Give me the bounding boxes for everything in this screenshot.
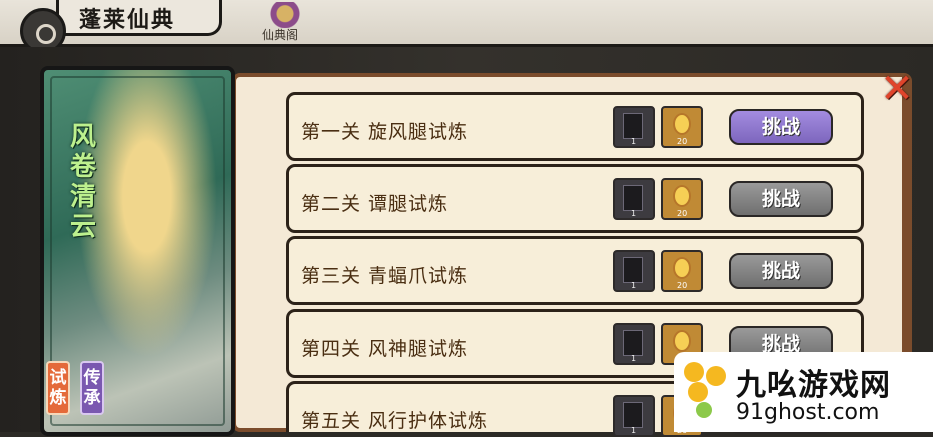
tab-trial[interactable]: 试炼 — [46, 361, 70, 415]
stage-row: 第二关 谭腿试炼 1 20 挑战 — [286, 164, 864, 233]
gold-token-icon[interactable]: 20 — [661, 250, 703, 292]
skill-book-icon[interactable]: 1 — [613, 395, 655, 437]
gold-token-icon[interactable]: 20 — [661, 178, 703, 220]
card-title: 风卷清云 — [70, 122, 97, 242]
token-qty: 20 — [677, 281, 688, 290]
gold-token-icon[interactable]: 20 — [661, 106, 703, 148]
token-qty: 20 — [677, 354, 688, 363]
skill-book-icon[interactable]: 1 — [613, 323, 655, 365]
challenge-button[interactable]: 挑战 — [729, 253, 833, 289]
book-qty: 1 — [631, 137, 637, 146]
book-qty: 1 — [631, 281, 637, 290]
watermark-url: 91ghost.com — [736, 400, 880, 425]
stage-label: 第二关 谭腿试炼 — [301, 193, 449, 215]
watermark-name: 九吆游戏网 — [736, 368, 891, 403]
stage-row: 第三关 青蝠爪试炼 1 20 挑战 — [286, 236, 864, 305]
close-icon[interactable]: ✕ — [878, 69, 916, 109]
book-qty: 1 — [631, 209, 637, 218]
flower-logo-icon — [684, 362, 730, 422]
book-qty: 1 — [631, 354, 637, 363]
token-qty: 20 — [677, 209, 688, 218]
stage-label: 第五关 风行护体试炼 — [301, 410, 489, 432]
book-qty: 1 — [631, 426, 637, 435]
stage-row: 第一关 旋风腿试炼 1 20 挑战 — [286, 92, 864, 161]
skill-book-icon[interactable]: 1 — [613, 250, 655, 292]
skill-book-icon[interactable]: 1 — [613, 106, 655, 148]
token-qty: 20 — [677, 137, 688, 146]
page-title: 蓬莱仙典 — [79, 7, 176, 33]
stage-label: 第三关 青蝠爪试炼 — [301, 265, 469, 287]
pavilion-tab-icon[interactable] — [266, 2, 304, 28]
site-watermark: 九吆游戏网 91ghost.com — [674, 352, 933, 432]
stage-label: 第一关 旋风腿试炼 — [301, 121, 469, 143]
tab-inherit[interactable]: 传承 — [80, 361, 104, 415]
skill-book-icon[interactable]: 1 — [613, 178, 655, 220]
stage-label: 第四关 风神腿试炼 — [301, 338, 469, 360]
challenge-button[interactable]: 挑战 — [729, 109, 833, 145]
challenge-button[interactable]: 挑战 — [729, 181, 833, 217]
tab-pavilion[interactable]: 仙典阁 — [262, 26, 298, 43]
token-qty: 20 — [677, 426, 688, 435]
